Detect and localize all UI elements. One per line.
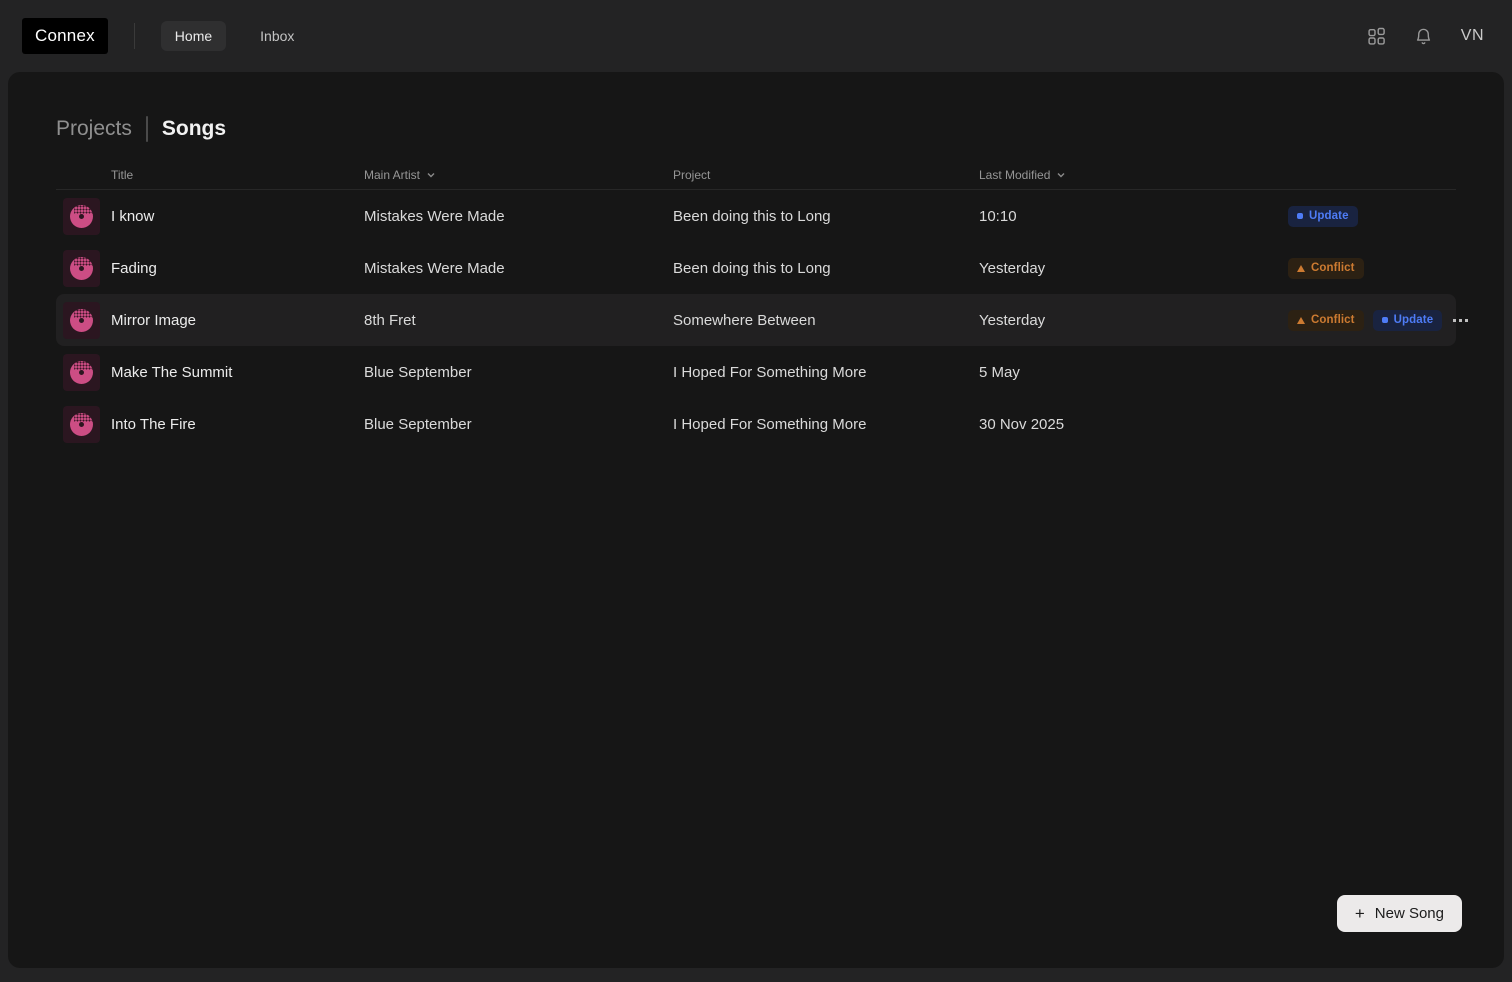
bell-icon[interactable] xyxy=(1414,27,1433,46)
table-row[interactable]: I know Mistakes Were Made Been doing thi… xyxy=(56,190,1456,242)
main-nav: Home Inbox xyxy=(160,21,309,51)
song-last-modified: Yesterday xyxy=(979,259,1046,277)
nav-divider xyxy=(133,23,135,49)
table-row[interactable]: Make The Summit Blue September I Hoped F… xyxy=(56,346,1456,398)
table-row[interactable]: Fading Mistakes Were Made Been doing thi… xyxy=(56,242,1456,294)
new-song-button[interactable]: + New Song xyxy=(1336,895,1462,932)
topbar-right: VN xyxy=(1367,27,1484,46)
row-ellipsis-menu-icon[interactable] xyxy=(1451,313,1470,328)
song-title: Mirror Image xyxy=(111,311,197,329)
tab-home[interactable]: Home xyxy=(160,21,227,51)
conflict-badge: Conflict xyxy=(1288,257,1364,279)
song-last-modified: 10:10 xyxy=(979,207,1017,225)
song-last-modified: Yesterday xyxy=(979,311,1046,329)
vinyl-record-icon xyxy=(70,256,93,280)
song-title: Fading xyxy=(111,259,157,277)
warning-triangle-icon xyxy=(1297,316,1305,324)
song-art-tile xyxy=(63,353,100,391)
song-status-cell: Update xyxy=(1288,190,1456,242)
tab-inbox[interactable]: Inbox xyxy=(246,21,308,51)
song-title: I know xyxy=(111,207,155,225)
update-badge-label: Update xyxy=(1393,314,1434,326)
song-status-cell xyxy=(1288,346,1456,398)
user-avatar-initials[interactable]: VN xyxy=(1461,27,1484,45)
plus-icon: + xyxy=(1354,904,1365,923)
breadcrumb-projects[interactable]: Projects xyxy=(56,117,132,141)
update-dot-icon xyxy=(1297,213,1303,219)
song-art-tile xyxy=(63,249,100,287)
column-header-main-artist-label: Main Artist xyxy=(364,167,421,182)
table-row-highlighted[interactable]: Mirror Image 8th Fret Somewhere Between … xyxy=(56,294,1469,346)
warning-triangle-icon xyxy=(1297,264,1305,272)
song-artist: 8th Fret xyxy=(364,311,416,329)
table-header-row: Title Main Artist Project Last Modified xyxy=(56,160,1456,190)
vinyl-record-icon xyxy=(70,204,93,228)
vinyl-record-icon xyxy=(70,360,93,384)
update-badge: Update xyxy=(1372,309,1443,331)
column-header-project: Project xyxy=(673,167,711,182)
update-badge-label: Update xyxy=(1309,210,1349,222)
column-header-title: Title xyxy=(111,167,134,182)
song-last-modified: 30 Nov 2025 xyxy=(979,415,1065,433)
chevron-down-icon xyxy=(427,172,435,177)
column-header-last-modified-label: Last Modified xyxy=(979,167,1051,182)
apps-grid-icon[interactable] xyxy=(1367,27,1386,46)
breadcrumb: Projects Songs xyxy=(8,72,1504,142)
conflict-badge: Conflict xyxy=(1288,309,1364,331)
song-artist: Blue September xyxy=(364,363,472,381)
song-title: Into The Fire xyxy=(111,415,196,433)
song-art-tile xyxy=(63,197,100,235)
song-last-modified: 5 May xyxy=(979,363,1020,381)
song-art-tile xyxy=(63,405,100,443)
breadcrumb-divider xyxy=(145,116,148,142)
column-header-main-artist[interactable]: Main Artist xyxy=(364,168,673,182)
song-project: I Hoped For Something More xyxy=(673,363,867,381)
vinyl-record-icon xyxy=(70,412,93,436)
topbar: Connex Home Inbox VN xyxy=(0,0,1512,72)
song-artist: Blue September xyxy=(364,415,472,433)
song-artist: Mistakes Were Made xyxy=(364,259,505,277)
songs-table: Title Main Artist Project Last Modified … xyxy=(56,160,1469,450)
page-title: Songs xyxy=(161,117,227,140)
song-project: Been doing this to Long xyxy=(673,207,831,225)
song-title: Make The Summit xyxy=(111,363,233,381)
song-project: Somewhere Between xyxy=(673,311,816,329)
update-dot-icon xyxy=(1381,317,1388,323)
song-project: Been doing this to Long xyxy=(673,259,831,277)
chevron-down-icon xyxy=(1057,172,1065,177)
app-logo[interactable]: Connex xyxy=(22,18,108,54)
song-project: I Hoped For Something More xyxy=(673,415,867,433)
conflict-badge-label: Conflict xyxy=(1311,314,1355,326)
new-song-button-label: New Song xyxy=(1374,905,1444,922)
vinyl-record-icon xyxy=(70,308,93,332)
main-panel: Projects Songs Title Main Artist Project… xyxy=(8,72,1504,968)
song-status-cell: Conflict xyxy=(1288,242,1456,294)
conflict-badge-label: Conflict xyxy=(1311,262,1355,274)
song-status-cell xyxy=(1288,398,1456,450)
song-artist: Mistakes Were Made xyxy=(364,207,505,225)
song-status-cell: Conflict Update xyxy=(1288,294,1482,346)
update-badge: Update xyxy=(1288,205,1358,227)
song-art-tile xyxy=(63,301,100,339)
column-header-last-modified[interactable]: Last Modified xyxy=(979,168,1288,182)
table-row[interactable]: Into The Fire Blue September I Hoped For… xyxy=(56,398,1456,450)
